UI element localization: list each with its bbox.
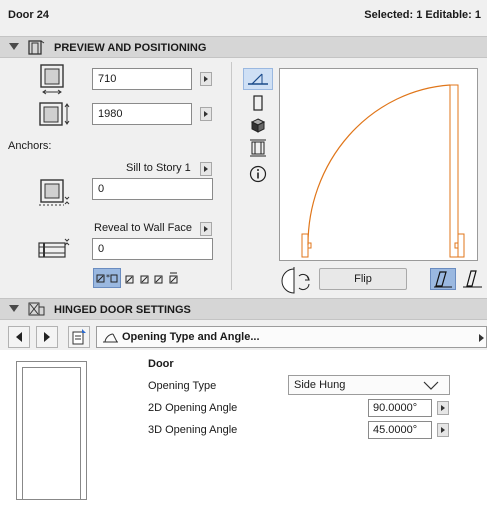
- 3d-opening-angle-label: 3D Opening Angle: [148, 424, 238, 436]
- svg-text:*: *: [106, 273, 110, 282]
- sill-anchor-options-button[interactable]: [200, 162, 212, 176]
- door-settings-icon: [28, 302, 45, 316]
- 3d-angle-options-button[interactable]: [437, 423, 449, 437]
- page-list-button[interactable]: [68, 326, 90, 348]
- preview-positioning-header[interactable]: PREVIEW AND POSITIONING: [0, 36, 487, 58]
- info-icon[interactable]: [249, 165, 267, 183]
- opening-angle-icon: [103, 333, 118, 343]
- dropdown-arrow-icon: [479, 334, 484, 342]
- settings-page-label: Opening Type and Angle...: [122, 331, 260, 343]
- opening-side-icon: [434, 271, 452, 288]
- height-options-button[interactable]: [200, 107, 212, 121]
- plan-view-button[interactable]: [243, 68, 273, 90]
- chevron-down-icon: [423, 381, 439, 390]
- section-view-icon[interactable]: [251, 94, 265, 112]
- sill-value-field[interactable]: 0: [92, 178, 213, 200]
- elevation-view-icon[interactable]: [250, 139, 266, 157]
- 2d-opening-angle-label: 2D Opening Angle: [148, 402, 238, 414]
- vertical-divider: [231, 62, 232, 290]
- anchors-label: Anchors:: [8, 140, 52, 152]
- opening-type-value: Side Hung: [294, 379, 346, 391]
- window-title-bar: Door 24 Selected: 1 Editable: 1: [0, 0, 487, 32]
- next-icon: [44, 332, 50, 342]
- mirror-icon[interactable]: [279, 266, 315, 296]
- opening-type-label: Opening Type: [148, 380, 217, 392]
- settings-navigation-bar: Opening Type and Angle...: [8, 326, 487, 348]
- sill-anchor-icon: [39, 179, 70, 206]
- settings-page-dropdown[interactable]: Opening Type and Angle...: [96, 326, 487, 348]
- door-elevation-preview: [16, 361, 87, 500]
- door-leaf-outline: [22, 367, 81, 500]
- anchor-option-1-button[interactable]: *: [93, 268, 121, 288]
- anchor-options-icons[interactable]: [124, 270, 184, 288]
- page-list-icon: [72, 329, 86, 345]
- flip-button[interactable]: Flip: [319, 268, 407, 290]
- selection-info: Selected: 1 Editable: 1: [364, 9, 481, 21]
- collapse-triangle-icon[interactable]: [9, 43, 19, 50]
- door-preview-canvas: [279, 68, 478, 261]
- previous-page-button[interactable]: [8, 326, 30, 348]
- plan-view-icon: [248, 73, 268, 85]
- opening-type-select[interactable]: Side Hung: [288, 375, 450, 395]
- 2d-angle-options-button[interactable]: [437, 401, 449, 415]
- collapse-triangle-icon[interactable]: [9, 305, 19, 312]
- selection-title: Door 24: [8, 9, 49, 21]
- 2d-opening-angle-field[interactable]: 90.0000°: [368, 399, 432, 417]
- flip-side-left-button[interactable]: [430, 268, 456, 290]
- door-width-icon: [40, 64, 64, 95]
- flip-side-icon[interactable]: [460, 268, 484, 290]
- 3d-view-icon[interactable]: [250, 117, 266, 133]
- reveal-anchor-label: Reveal to Wall Face: [94, 222, 193, 234]
- door-preview-icon: [28, 40, 45, 55]
- reveal-value-field[interactable]: 0: [92, 238, 213, 260]
- door-height-icon: [39, 102, 70, 126]
- prev-icon: [16, 332, 22, 342]
- section-title: HINGED DOOR SETTINGS: [54, 304, 191, 316]
- door-group-title: Door: [148, 358, 174, 370]
- sill-anchor-label: Sill to Story 1: [126, 162, 191, 174]
- 3d-opening-angle-field[interactable]: 45.0000°: [368, 421, 432, 439]
- reveal-anchor-options-button[interactable]: [200, 222, 212, 236]
- next-page-button[interactable]: [36, 326, 58, 348]
- width-options-button[interactable]: [200, 72, 212, 86]
- anchor-center-icon: *: [96, 273, 118, 283]
- hinged-door-settings-panel: Door Opening Type Side Hung 2D Opening A…: [0, 350, 487, 525]
- door-width-field[interactable]: 710: [92, 68, 192, 90]
- door-plan-drawing: [301, 84, 465, 258]
- reveal-anchor-icon: [38, 238, 70, 258]
- section-title: PREVIEW AND POSITIONING: [54, 42, 207, 54]
- hinged-door-settings-header[interactable]: HINGED DOOR SETTINGS: [0, 298, 487, 320]
- door-height-field[interactable]: 1980: [92, 103, 192, 125]
